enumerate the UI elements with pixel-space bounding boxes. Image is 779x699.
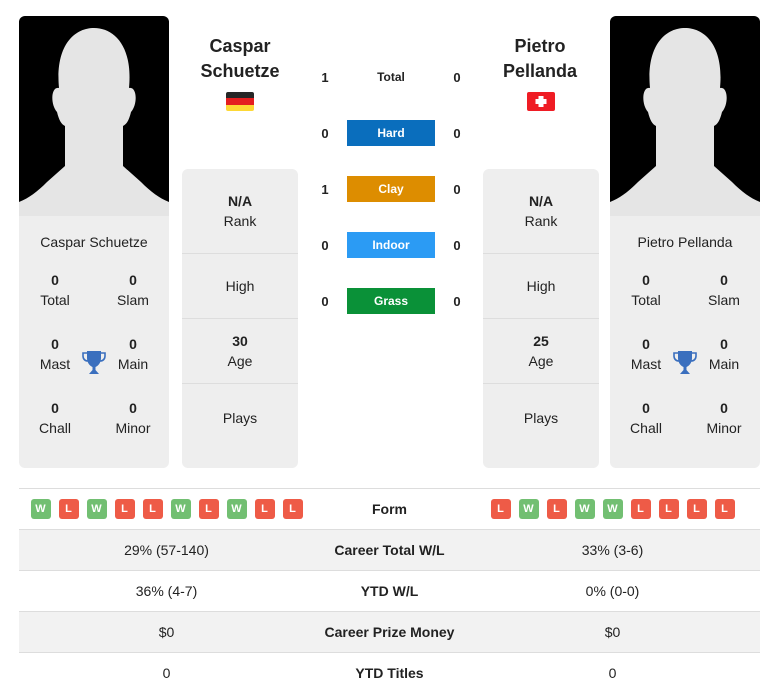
high-cell: High: [182, 254, 298, 319]
player2-card-name: Pietro Pellanda: [637, 234, 733, 250]
player2-form: LWLWWLLLL: [465, 499, 760, 519]
form-win-badge[interactable]: W: [226, 499, 247, 519]
form-loss-badge[interactable]: L: [254, 499, 275, 519]
silhouette-icon: [19, 28, 169, 216]
player1-photo: [19, 16, 169, 216]
player2-info: N/A Rank High 25 Age Plays: [483, 169, 599, 468]
form-loss-badge[interactable]: L: [630, 499, 651, 519]
h2h-total: 1 Total 0: [321, 69, 461, 85]
switzerland-flag-icon: [527, 92, 555, 111]
player2-name[interactable]: Pietro Pellanda: [470, 34, 610, 84]
form-win-badge[interactable]: W: [574, 499, 595, 519]
form-win-badge[interactable]: W: [86, 499, 107, 519]
titles-slam: 0 Slam: [708, 272, 740, 308]
form-win-badge[interactable]: W: [30, 499, 51, 519]
surface-clay[interactable]: Clay: [347, 176, 435, 202]
form-loss-badge[interactable]: L: [490, 499, 511, 519]
silhouette-icon: [610, 28, 760, 216]
form-loss-badge[interactable]: L: [658, 499, 679, 519]
form-loss-badge[interactable]: L: [142, 499, 163, 519]
plays-cell: Plays: [222, 409, 258, 426]
form-loss-badge[interactable]: L: [198, 499, 219, 519]
form-win-badge[interactable]: W: [602, 499, 623, 519]
age-cell: 30 Age: [182, 319, 298, 384]
form-win-badge[interactable]: W: [170, 499, 191, 519]
h2h-grass: 0 Grass 0: [310, 288, 470, 314]
player2-photo: [610, 16, 760, 216]
titles-main: 0 Main: [117, 336, 149, 372]
player2-titles: 0 Total 0 Slam 0 Mast 0 Main 0 Chall 0 Minor: [610, 270, 760, 462]
form-win-badge[interactable]: W: [518, 499, 539, 519]
surface-grass[interactable]: Grass: [347, 288, 435, 314]
titles-mast: 0 Mast: [630, 336, 662, 372]
plays-cell: Plays: [523, 409, 559, 426]
rank-cell: N/A Rank: [483, 169, 599, 254]
titles-chall: 0 Chall: [39, 400, 71, 436]
titles-main: 0 Main: [708, 336, 740, 372]
player1-card: Caspar Schuetze 0 Total 0 Slam 0 Mast 0 Main…: [19, 16, 169, 468]
prize-row: $0 Career Prize Money $0: [19, 611, 760, 652]
trophy-icon: [673, 351, 697, 374]
trophy-icon: [82, 351, 106, 374]
form-loss-badge[interactable]: L: [714, 499, 735, 519]
titles-total: 0 Total: [40, 272, 70, 308]
titles-total: 0 Total: [631, 272, 661, 308]
form-loss-badge[interactable]: L: [546, 499, 567, 519]
titles-minor: 0 Minor: [115, 400, 151, 436]
career-wl-row: 29% (57-140) Career Total W/L 33% (3-6): [19, 529, 760, 570]
titles-chall: 0 Chall: [630, 400, 662, 436]
ytd-titles-row: 0 YTD Titles 0: [19, 652, 760, 693]
player1-card-name: Caspar Schuetze: [40, 234, 148, 250]
germany-flag-icon: [226, 92, 254, 111]
titles-slam: 0 Slam: [117, 272, 149, 308]
titles-mast: 0 Mast: [39, 336, 71, 372]
player1-name[interactable]: Caspar Schuetze: [170, 34, 310, 84]
form-loss-badge[interactable]: L: [282, 499, 303, 519]
ytd-wl-row: 36% (4-7) YTD W/L 0% (0-0): [19, 570, 760, 611]
titles-minor: 0 Minor: [706, 400, 742, 436]
surface-indoor[interactable]: Indoor: [347, 232, 435, 258]
h2h-clay: 1 Clay 0: [310, 176, 470, 202]
h2h-indoor: 0 Indoor 0: [310, 232, 470, 258]
form-row: WLWLLWLWLL Form LWLWWLLLL: [19, 488, 760, 529]
player2-card: Pietro Pellanda 0 Total 0 Slam 0 Mast 0 Main…: [610, 16, 760, 468]
player1-titles: 0 Total 0 Slam 0 Mast 0 Main 0 Chall 0 Minor: [19, 270, 169, 462]
player1-info: N/A Rank High 30 Age Plays: [182, 169, 298, 468]
high-cell: High: [483, 254, 599, 319]
h2h-hard: 0 Hard 0: [310, 120, 470, 146]
form-loss-badge[interactable]: L: [686, 499, 707, 519]
surface-hard[interactable]: Hard: [347, 120, 435, 146]
rank-cell: N/A Rank: [182, 169, 298, 254]
form-loss-badge[interactable]: L: [114, 499, 135, 519]
age-cell: 25 Age: [483, 319, 599, 384]
form-loss-badge[interactable]: L: [58, 499, 79, 519]
stats-table: WLWLLWLWLL Form LWLWWLLLL 29% (57-140) C…: [19, 488, 760, 693]
player1-form: WLWLLWLWLL: [19, 499, 314, 519]
